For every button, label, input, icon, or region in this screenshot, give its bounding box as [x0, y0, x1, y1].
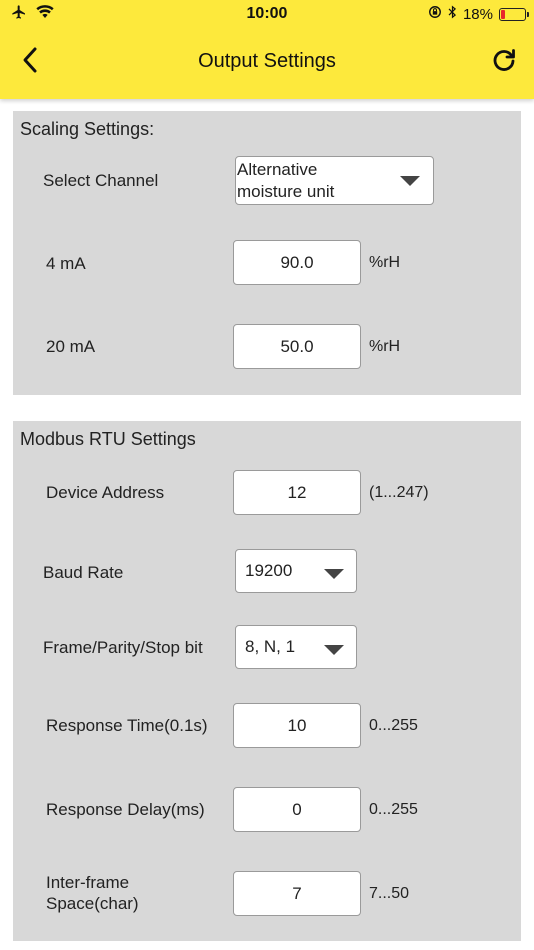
chevron-down-icon [400, 176, 420, 186]
refresh-button[interactable] [488, 46, 520, 78]
interframe-space-input[interactable] [233, 871, 361, 916]
bluetooth-icon [448, 5, 457, 23]
response-time-label: Response Time(0.1s) [46, 716, 208, 735]
20ma-unit: %rH [369, 338, 401, 355]
app-header: 10:00 18% Output Settings [0, 0, 534, 99]
4ma-unit: %rH [369, 254, 401, 271]
response-time-range: 0...255 [369, 717, 418, 734]
battery-level [501, 9, 505, 19]
baud-rate-label: Baud Rate [43, 563, 124, 582]
chevron-down-icon [324, 645, 344, 655]
frame-parity-stop-value: 8, N, 1 [245, 637, 296, 656]
scaling-settings-panel: Scaling Settings: Select Channel Alterna… [13, 111, 521, 395]
refresh-icon [491, 47, 517, 78]
frame-parity-stop-label: Frame/Parity/Stop bit [43, 638, 203, 657]
scaling-settings-title: Scaling Settings: [20, 119, 155, 139]
channel-select-value: Alternative moisture unit [237, 160, 335, 201]
status-right: 18% [428, 4, 529, 24]
battery-icon [499, 7, 529, 21]
chevron-down-icon [324, 569, 344, 579]
modbus-settings-panel: Modbus RTU Settings Device Address (1...… [13, 421, 521, 941]
4ma-label: 4 mA [46, 254, 86, 273]
response-delay-input[interactable] [233, 787, 361, 832]
4ma-input[interactable] [233, 240, 361, 285]
modbus-settings-title: Modbus RTU Settings [20, 429, 196, 449]
rotation-lock-icon [428, 5, 442, 23]
device-address-input[interactable] [233, 470, 361, 515]
battery-percent: 18% [462, 5, 493, 23]
response-delay-range: 0...255 [369, 801, 418, 818]
20ma-label: 20 mA [46, 337, 96, 356]
device-address-label: Device Address [46, 483, 165, 502]
device-address-range: (1...247) [369, 484, 429, 501]
response-delay-label: Response Delay(ms) [46, 800, 205, 819]
channel-select[interactable]: Alternative moisture unit [235, 156, 434, 205]
frame-parity-stop-select[interactable]: 8, N, 1 [235, 625, 357, 669]
20ma-input[interactable] [233, 324, 361, 369]
baud-rate-select[interactable]: 19200 [235, 549, 357, 593]
interframe-space-range: 7...50 [369, 885, 410, 902]
baud-rate-value: 19200 [245, 561, 293, 580]
interframe-space-label: Inter-frame Space(char) [46, 873, 139, 913]
page-title: Output Settings [198, 50, 336, 72]
select-channel-label: Select Channel [43, 171, 159, 190]
response-time-input[interactable] [233, 703, 361, 748]
